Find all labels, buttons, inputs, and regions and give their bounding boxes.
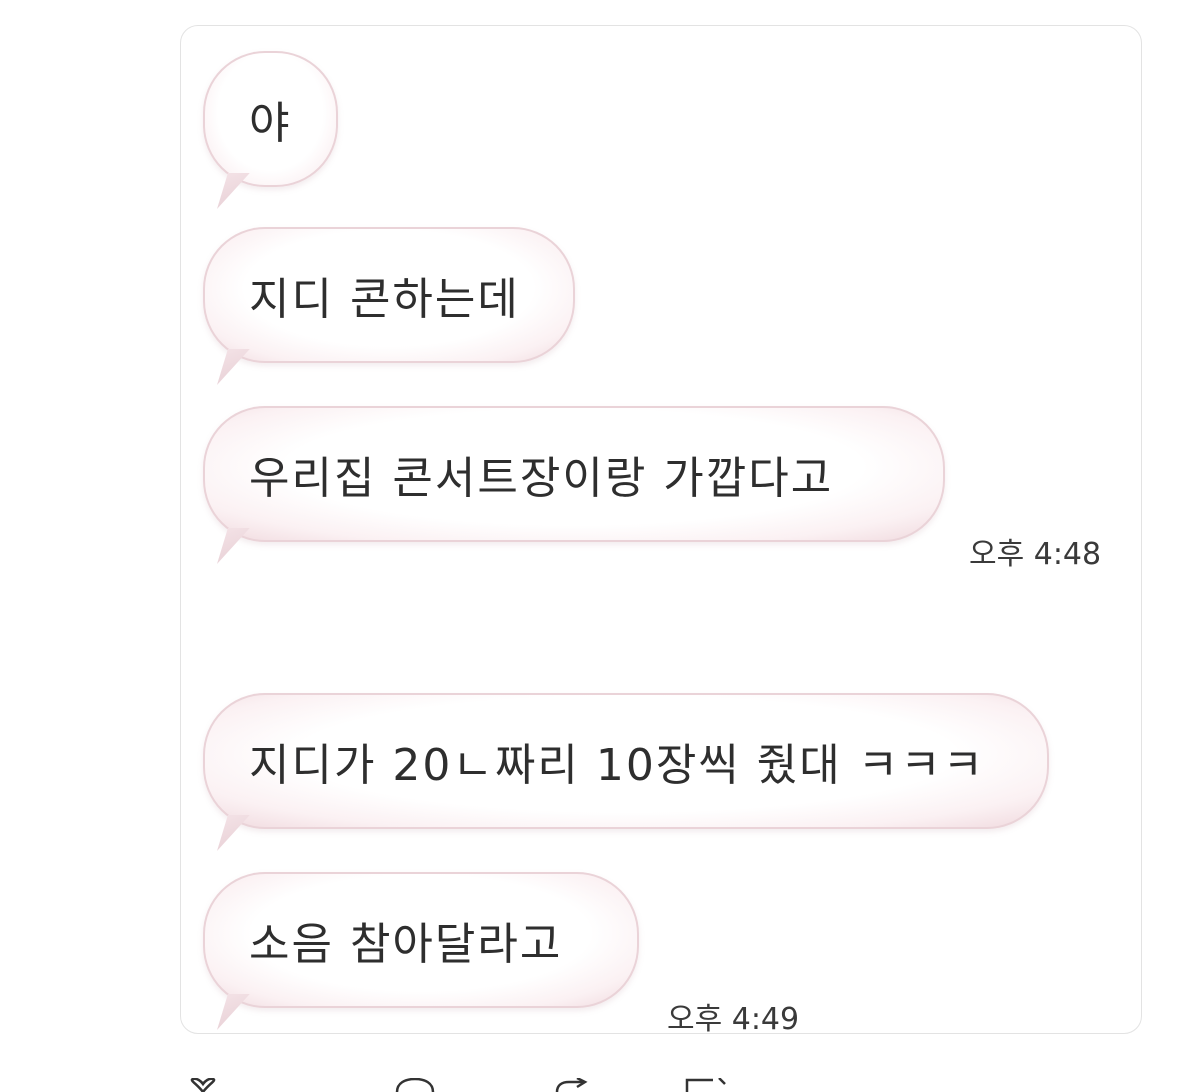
message-bubble: 야 [203,51,338,187]
post-action-bar [0,1070,1179,1092]
message-text: 우리집 콘서트장이랑 가깝다고 [249,453,834,504]
message-bubble: 소음 참아달라고 [203,872,639,1008]
message-text: 지디 콘하는데 [249,274,520,325]
message-text: 소음 참아달라고 [249,919,563,970]
message-timestamp: 오후 4:49 [667,1002,800,1034]
message-text: 지디가 20ㄴ짜리 10장씩 줬대 ㅋㅋㅋ [249,740,986,791]
message-text: 야 [249,98,292,149]
share-icon[interactable] [553,1078,599,1092]
message-timestamp: 오후 4:48 [969,537,1102,572]
comment-icon[interactable] [393,1078,437,1092]
chat-screenshot-card: 야 지디 콘하는데 우리집 콘서트장이랑 가깝다고 오후 4:48 지디가 20… [180,25,1142,1034]
bookmark-icon[interactable] [683,1078,729,1092]
message-bubble: 지디 콘하는데 [203,227,575,363]
heart-icon[interactable] [183,1078,223,1092]
message-bubble: 우리집 콘서트장이랑 가깝다고 [203,406,945,542]
message-bubble: 지디가 20ㄴ짜리 10장씩 줬대 ㅋㅋㅋ [203,693,1049,829]
